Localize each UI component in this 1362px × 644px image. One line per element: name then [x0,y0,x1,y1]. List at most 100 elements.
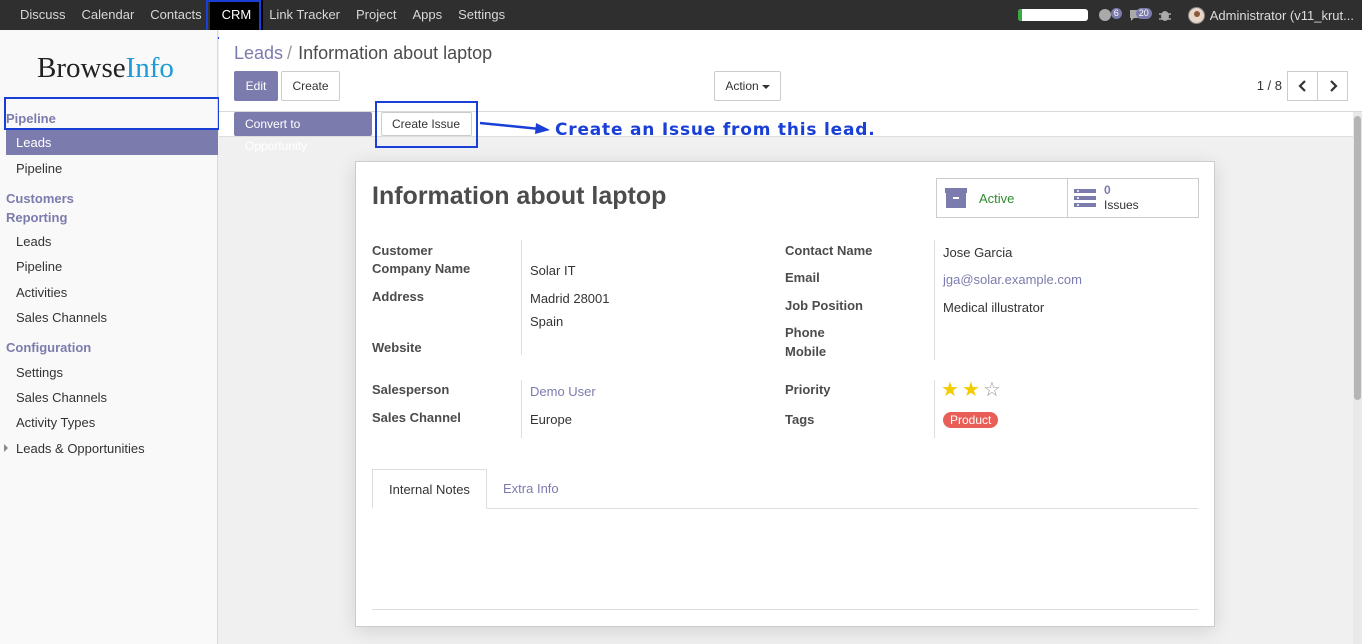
convert-to-opportunity-button[interactable]: Convert to Opportunity [234,112,372,153]
right-divider-2 [934,380,935,438]
breadcrumb-leads-link[interactable]: Leads [234,43,283,63]
sidebar-item-settings[interactable]: Settings [16,365,63,380]
address-line-2[interactable]: Spain [530,314,563,329]
activity-icon[interactable]: 20 [1128,7,1152,23]
company-name-value[interactable]: Solar IT [530,263,576,278]
issues-label: Issues [1104,198,1139,212]
menu-settings[interactable]: Settings [450,0,513,30]
left-divider [521,240,522,355]
create-button[interactable]: Create [281,71,340,101]
tag-badge[interactable]: Product [943,412,999,428]
form-sheet: Information about laptop Active 0 Issues… [355,161,1215,627]
sidebar-item-leads-opportunities[interactable]: Leads & Opportunities [16,441,145,456]
email-label: Email [785,270,820,285]
app-menu: Discuss Calendar Contacts CRM Link Track… [12,0,513,30]
scrollbar-thumb[interactable] [1354,116,1361,400]
job-position-value[interactable]: Medical illustrator [943,300,1044,315]
menu-contacts[interactable]: Contacts [142,0,209,30]
issues-icon [1074,189,1096,207]
email-value[interactable]: jga@solar.example.com [943,272,1082,287]
job-position-label: Job Position [785,298,863,313]
phone-label: Phone [785,325,825,340]
priority-label: Priority [785,382,831,397]
active-label: Active [979,190,1015,206]
breadcrumb-current: Information about laptop [298,43,493,63]
sidebar-item-leads[interactable]: Leads [6,130,218,155]
mobile-label: Mobile [785,344,827,359]
sidebar-header-configuration[interactable]: Configuration [6,340,91,355]
active-toggle-button[interactable]: Active [936,178,1068,218]
customer-label: Customer [372,243,433,258]
sidebar-item-pipeline[interactable]: Pipeline [16,161,62,176]
systray: 6 20 Administrator (v11_krut... [1017,0,1354,30]
activity-count-badge: 20 [1135,8,1152,19]
sidebar-item-reporting-pipeline[interactable]: Pipeline [16,259,62,274]
edit-button[interactable]: Edit [234,71,278,101]
priority-star-icon[interactable]: ☆ [983,380,1001,400]
caret-down-icon [761,84,770,89]
salesperson-value[interactable]: Demo User [530,384,596,399]
issues-smart-button[interactable]: 0 Issues [1067,178,1199,218]
top-navbar: Discuss Calendar Contacts CRM Link Track… [0,0,1362,30]
action-label: Action [725,79,759,93]
logo: BrowseInfo [37,52,174,85]
sidebar-item-activities[interactable]: Activities [16,285,67,300]
sidebar-item-sales-channels-report[interactable]: Sales Channels [16,310,107,325]
leads-highlight-box [4,97,220,130]
create-issue-highlight-box [375,101,478,148]
priority-star-icon[interactable]: ★ [962,380,980,400]
company-name-label: Company Name [372,261,471,276]
address-line-1[interactable]: Madrid 28001 [530,291,610,306]
pager-value[interactable]: 1 / 8 [1257,78,1282,93]
sidebar-item-sales-channels[interactable]: Sales Channels [16,390,107,405]
action-dropdown[interactable]: Action [714,71,781,101]
annotation-text: Create an Issue from this lead. [555,120,876,140]
breadcrumb-separator: / [287,43,293,63]
contact-name-value[interactable]: Jose Garcia [943,245,1012,260]
sales-channel-label: Sales Channel [372,410,461,425]
avatar [1187,6,1205,24]
control-panel: Leads / Information about laptop Edit Crea… [219,30,1362,112]
user-menu[interactable]: Administrator (v11_krut... [1187,6,1354,24]
logo-part-2: Info [125,52,174,84]
annotation-arrow-icon [479,121,550,134]
chevron-left-icon [1297,80,1306,92]
menu-discuss[interactable]: Discuss [12,0,74,30]
priority-star-icon[interactable]: ★ [941,380,959,400]
chevron-right-icon [1329,80,1338,92]
notebook-tabs: Internal Notes Extra Info [372,469,1198,509]
tab-extra-info[interactable]: Extra Info [487,469,575,509]
sidebar-item-activity-types[interactable]: Activity Types [16,415,95,430]
menu-project[interactable]: Project [348,0,404,30]
scrollbar[interactable] [1353,112,1362,644]
left-divider-2 [521,380,522,438]
sales-channel-value[interactable]: Europe [530,412,572,427]
contact-name-label: Contact Name [785,243,873,258]
sidebar-header-customers[interactable]: Customers [6,191,74,206]
progress-fill [1017,9,1022,21]
user-name: Administrator (v11_krut... [1209,7,1354,23]
menu-link-tracker[interactable]: Link Tracker [263,0,348,30]
pager-next-button[interactable] [1317,71,1348,101]
notes-bottom-border [372,609,1198,610]
progress-bar [1017,9,1088,21]
right-divider [934,240,935,360]
bug-icon[interactable] [1158,7,1178,23]
issues-count: 0 [1104,183,1111,197]
sidebar-item-reporting-leads[interactable]: Leads [16,234,51,249]
breadcrumb: Leads / Information about laptop [234,43,492,64]
menu-apps[interactable]: Apps [404,0,450,30]
logo-part-1: Browse [37,52,126,84]
archive-icon [945,188,967,208]
pager-previous-button[interactable] [1287,71,1318,101]
website-label: Website [372,340,422,355]
salesperson-label: Salesperson [372,382,450,397]
address-label: Address [372,289,425,304]
menu-calendar[interactable]: Calendar [74,0,143,30]
chat-icon[interactable]: 6 [1098,7,1122,23]
caret-right-icon[interactable] [4,444,8,452]
lead-title[interactable]: Information about laptop [372,182,666,211]
tab-internal-notes[interactable]: Internal Notes [372,469,487,509]
tags-label: Tags [785,412,815,427]
sidebar-header-reporting[interactable]: Reporting [6,210,67,225]
